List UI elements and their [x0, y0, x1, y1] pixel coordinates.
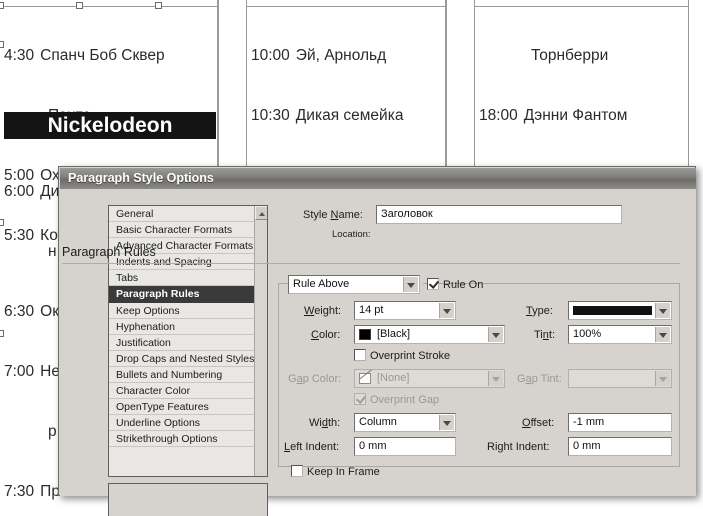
category-item-character-color[interactable]: Character Color — [109, 383, 267, 400]
selection-handle-top-center[interactable] — [76, 2, 83, 9]
keep-in-frame-label: Keep In Frame — [307, 466, 380, 478]
entry-time: 4:30 — [4, 47, 35, 64]
scroll-up-arrow-icon[interactable] — [255, 206, 267, 220]
chevron-down-icon[interactable] — [488, 327, 503, 342]
tint-select[interactable]: 100% — [568, 325, 672, 344]
weight-select[interactable]: 14 pt — [354, 301, 456, 320]
category-list-scrollbar[interactable] — [254, 206, 267, 476]
category-item-drop-caps-and-nested-styles[interactable]: Drop Caps and Nested Styles — [109, 350, 267, 367]
dialog-titlebar[interactable]: Paragraph Style Options — [60, 168, 696, 189]
gap-color-select[interactable]: [None] — [354, 369, 505, 388]
category-preview-pane — [108, 483, 268, 516]
entry-time: 10:00 — [251, 47, 290, 64]
category-item-strikethrough-options[interactable]: Strikethrough Options — [109, 431, 267, 448]
selection-handle-top-left[interactable] — [0, 2, 4, 9]
chevron-down-icon[interactable] — [655, 371, 670, 386]
dialog-title: Paragraph Style Options — [68, 171, 214, 185]
selection-handle-top-right[interactable] — [155, 2, 162, 9]
entry-time: 7:00 — [4, 363, 35, 380]
nickelodeon-banner: Nickelodeon — [4, 112, 216, 139]
weight-label: Weight: — [304, 305, 342, 317]
gap-tint-select[interactable] — [568, 369, 672, 388]
category-item-general[interactable]: General — [109, 206, 267, 223]
entry-title: Дэнни Фантом — [523, 107, 628, 124]
chevron-down-icon[interactable] — [655, 303, 670, 318]
screen: 4:30Спанч Боб Сквер Пэнтс 5:00Ох, уж эти… — [0, 0, 703, 516]
entry-title: Эй, Арнольд — [295, 47, 387, 64]
overprint-stroke-checkbox[interactable] — [354, 349, 366, 361]
list-item: 4:30 Спанч Боб Сквер — [4, 46, 216, 66]
selection-handle-left-lower[interactable] — [0, 219, 4, 226]
left-indent-label: Left Indent: — [284, 441, 340, 453]
color-label: Color: — [311, 329, 341, 341]
none-swatch-icon — [359, 373, 371, 384]
list-item: 10:30 Дикая семейка — [251, 106, 447, 126]
color-swatch-icon — [359, 329, 371, 340]
color-select[interactable]: [Black] — [354, 325, 505, 344]
dialog-body: General Basic Character Formats Advanced… — [60, 189, 696, 516]
category-item-hyphenation[interactable]: Hyphenation — [109, 318, 267, 335]
entry-title: Дикая семейка — [295, 107, 404, 124]
chevron-down-icon[interactable] — [439, 303, 454, 318]
category-item-bullets-and-numbering[interactable]: Bullets and Numbering — [109, 366, 267, 384]
chevron-down-icon[interactable] — [403, 277, 418, 292]
offset-label: Offset: — [522, 417, 555, 429]
location-label: Location: — [332, 229, 371, 240]
category-item-opentype-features[interactable]: OpenType Features — [109, 399, 267, 416]
keep-in-frame-checkbox[interactable] — [291, 465, 303, 477]
width-label: Width: — [309, 417, 341, 429]
entry-time: 6:00 — [4, 183, 35, 200]
section-title: Paragraph Rules — [62, 245, 156, 259]
style-name-label: Style Name: — [303, 209, 363, 221]
category-item-basic-character-formats[interactable]: Basic Character Formats — [109, 222, 267, 239]
width-select[interactable]: Column — [354, 413, 456, 432]
right-indent-label: Right Indent: — [487, 441, 550, 453]
category-item-underline-options[interactable]: Underline Options — [109, 415, 267, 432]
category-item-justification[interactable]: Justification — [109, 334, 267, 351]
chevron-down-icon[interactable] — [439, 415, 454, 430]
selection-handle-bottom-left[interactable] — [0, 330, 4, 337]
entry-time: 18:00 — [479, 107, 518, 124]
style-name-input[interactable]: Заголовок — [376, 205, 622, 224]
entry-time: 7:30 — [4, 483, 35, 500]
entry-title: Спанч Боб Сквер — [40, 47, 165, 64]
overprint-gap-checkbox[interactable] — [354, 393, 366, 405]
rule-on-label: Rule On — [443, 279, 484, 291]
tint-label: Tint: — [534, 329, 556, 341]
category-item-keep-options[interactable]: Keep Options — [109, 302, 267, 319]
gap-color-value: [None] — [377, 372, 410, 384]
list-item: 10:00 Эй, Арнольд — [251, 46, 447, 66]
list-item: 18:00 Дэнни Фантом — [479, 106, 689, 126]
rule-style-preview-icon — [573, 306, 652, 315]
gap-color-label: Gap Color: — [288, 373, 342, 385]
color-value: [Black] — [377, 328, 411, 340]
rule-on-checkbox[interactable] — [427, 278, 439, 290]
entry-continuation: Торнберри — [531, 47, 609, 64]
chevron-down-icon[interactable] — [488, 371, 503, 386]
entry-time: 6:30 — [4, 303, 35, 320]
width-value: Column — [359, 416, 397, 428]
weight-value: 14 pt — [359, 304, 384, 316]
selection-handle-middle-left[interactable] — [0, 41, 4, 48]
gap-tint-label: Gap Tint: — [517, 373, 562, 385]
rule-position-value: Rule Above — [293, 278, 350, 290]
category-item-tabs[interactable]: Tabs — [109, 270, 267, 287]
type-select[interactable] — [568, 301, 672, 320]
tint-value: 100% — [573, 328, 602, 340]
chevron-down-icon[interactable] — [655, 327, 670, 342]
left-indent-input[interactable]: 0 mm — [354, 437, 456, 456]
entry-time: 10:30 — [251, 107, 290, 124]
right-indent-input[interactable]: 0 mm — [568, 437, 672, 456]
overprint-stroke-label: Overprint Stroke — [370, 350, 451, 362]
offset-input[interactable]: -1 mm — [568, 413, 672, 432]
type-label: Type: — [526, 305, 553, 317]
paragraph-style-options-dialog[interactable]: Paragraph Style Options General Basic Ch… — [58, 166, 696, 516]
overprint-gap-label: Overprint Gap — [370, 394, 440, 406]
rule-position-select[interactable]: Rule Above — [288, 275, 420, 294]
section-divider — [62, 263, 680, 264]
category-item-paragraph-rules[interactable]: Paragraph Rules — [109, 286, 267, 303]
